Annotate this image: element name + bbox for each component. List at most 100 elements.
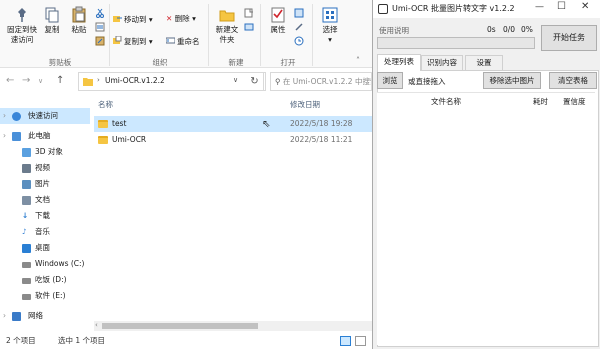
new-folder-button[interactable]: 新建文件夹 — [212, 6, 242, 45]
mouse-cursor-icon: ⇖ — [262, 119, 271, 130]
divider — [208, 4, 209, 66]
details-view-icon[interactable] — [340, 336, 351, 346]
tab-settings[interactable]: 设置 — [465, 55, 503, 70]
nav-item-pictures[interactable]: 图片 — [0, 176, 90, 192]
collapse-ribbon-icon[interactable]: ˄ — [356, 56, 360, 65]
copy-button[interactable]: 复制 — [40, 6, 64, 35]
progress-percent: 0% — [521, 25, 533, 34]
address-path: Umi-OCR.v1.2.2 — [105, 76, 165, 85]
minimize-icon[interactable]: — — [535, 2, 544, 12]
scroll-left-icon[interactable]: ‹ — [95, 321, 98, 329]
table-header-confidence[interactable]: 置信度 — [563, 96, 586, 107]
address-dropdown-icon[interactable]: ∨ — [233, 76, 238, 84]
3d-objects-icon — [22, 148, 31, 157]
address-input[interactable]: › Umi-OCR.v1.2.2 ∨ — [78, 72, 264, 91]
browse-button[interactable]: 浏览 — [377, 72, 403, 89]
nav-item-network[interactable]: › 网络 — [0, 308, 90, 324]
properties-button[interactable]: 属性 — [264, 6, 292, 35]
nav-item-3d-objects[interactable]: 3D 对象 — [0, 144, 90, 160]
open-icon[interactable] — [294, 8, 304, 20]
move-to-button[interactable]: 移动到 ▾ — [113, 14, 153, 25]
recent-locations-icon[interactable]: ∨ — [38, 77, 43, 85]
new-folder-label: 新建文件夹 — [215, 25, 239, 44]
rename-icon — [166, 37, 175, 44]
nav-label: 图片 — [35, 179, 50, 188]
up-arrow-icon[interactable]: ↑ — [56, 75, 64, 86]
drive-d-icon — [22, 278, 31, 284]
pin-quick-access-button[interactable]: 固定到快速访问 — [4, 6, 40, 45]
nav-item-music[interactable]: ♪ 音乐 — [0, 224, 90, 240]
pictures-icon — [22, 180, 31, 189]
status-bar: 2 个项目 选中 1 个项目 — [0, 333, 372, 349]
file-date: 2022/5/18 11:21 — [290, 135, 353, 144]
search-placeholder: 在 Umi-OCR.v1.2.2 中搜索 — [282, 77, 372, 86]
desktop-icon — [22, 244, 31, 253]
downloads-icon: ↓ — [22, 211, 29, 220]
nav-item-drive-c[interactable]: Windows (C:) — [0, 256, 90, 272]
forward-arrow-icon[interactable]: → — [22, 75, 30, 86]
window-title: Umi-OCR 批量图片转文字 v1.2.2 — [392, 4, 515, 13]
cut-icon[interactable] — [95, 8, 105, 20]
remove-selected-button[interactable]: 移除选中图片 — [483, 72, 541, 89]
pin-icon — [18, 8, 26, 22]
maximize-icon[interactable]: ☐ — [557, 1, 566, 12]
chevron-down-icon: ▾ — [328, 35, 332, 44]
file-date: 2022/5/18 19:28 — [290, 119, 353, 128]
table-header-file[interactable]: 文件名称 — [431, 96, 461, 107]
paste-shortcut-icon[interactable] — [95, 36, 105, 48]
move-to-icon — [113, 16, 122, 22]
search-input[interactable]: ⚲ 在 Umi-OCR.v1.2.2 中搜索 — [270, 72, 372, 91]
close-icon[interactable]: ✕ — [581, 1, 589, 12]
copy-to-button[interactable]: 复制到 ▾ — [113, 36, 153, 47]
nav-item-documents[interactable]: 文档 — [0, 192, 90, 208]
nav-item-drive-e[interactable]: 软件 (E:) — [0, 288, 90, 304]
title-bar: Umi-OCR 批量图片转文字 v1.2.2 — ☐ ✕ — [373, 0, 600, 18]
new-item-icon[interactable] — [244, 8, 254, 20]
nav-label: 3D 对象 — [35, 147, 63, 156]
scrollbar-thumb[interactable] — [102, 323, 258, 329]
edit-icon[interactable] — [294, 22, 304, 34]
music-icon: ♪ — [22, 227, 27, 236]
easy-access-icon[interactable] — [244, 22, 254, 34]
table-header-time[interactable]: 耗时 — [533, 96, 548, 107]
copy-to-label: 复制到 — [124, 37, 147, 46]
star-icon — [12, 112, 21, 121]
history-icon[interactable] — [294, 36, 304, 48]
usage-label[interactable]: 使用说明 — [379, 25, 409, 36]
nav-label: 桌面 — [35, 243, 50, 252]
nav-item-videos[interactable]: 视频 — [0, 160, 90, 176]
drive-c-icon — [22, 262, 31, 268]
nav-item-drive-d[interactable]: 吃饭 (D:) — [0, 272, 90, 288]
large-icons-view-icon[interactable] — [355, 336, 366, 346]
drag-hint: 或直接拖入 — [408, 77, 446, 86]
start-task-button[interactable]: 开始任务 — [541, 25, 597, 51]
folder-icon — [98, 136, 108, 144]
folder-icon — [98, 120, 108, 128]
file-row[interactable]: Umi-OCR 2022/5/18 11:21 — [94, 132, 372, 148]
back-arrow-icon[interactable]: ← — [6, 75, 14, 86]
copy-path-icon[interactable] — [95, 22, 105, 34]
tab-recognition-content[interactable]: 识别内容 — [421, 55, 463, 70]
ocr-file-table[interactable]: 文件名称 耗时 置信度 — [377, 92, 595, 345]
rename-button[interactable]: 重命名 — [166, 36, 200, 47]
nav-item-this-pc[interactable]: › 此电脑 — [0, 128, 90, 144]
delete-button[interactable]: ✕ 删除 ▾ — [166, 14, 196, 24]
pc-icon — [12, 132, 21, 141]
nav-label: 此电脑 — [28, 131, 51, 140]
refresh-icon[interactable]: ↻ — [244, 72, 266, 91]
nav-label: 吃饭 (D:) — [35, 275, 67, 284]
file-list: 名称 修改日期 test 2022/5/18 19:28 ⇖ Umi-OCR 2… — [94, 96, 372, 331]
app-icon — [378, 4, 388, 14]
column-header-name[interactable]: 名称 — [98, 99, 113, 110]
nav-item-quick-access[interactable]: › 快速访问 — [0, 108, 90, 124]
divider — [312, 4, 313, 66]
nav-item-downloads[interactable]: ↓ 下载 — [0, 208, 90, 224]
select-label: 选择 — [322, 25, 338, 34]
tab-process-list[interactable]: 处理列表 — [377, 54, 421, 71]
column-header-date[interactable]: 修改日期 — [290, 99, 320, 110]
paste-button[interactable]: 粘贴 — [66, 6, 92, 35]
file-row[interactable]: test 2022/5/18 19:28 ⇖ — [94, 116, 372, 132]
select-button[interactable]: 选择 ▾ — [316, 6, 344, 45]
nav-item-desktop[interactable]: 桌面 — [0, 240, 90, 256]
clear-table-button[interactable]: 清空表格 — [549, 72, 597, 89]
